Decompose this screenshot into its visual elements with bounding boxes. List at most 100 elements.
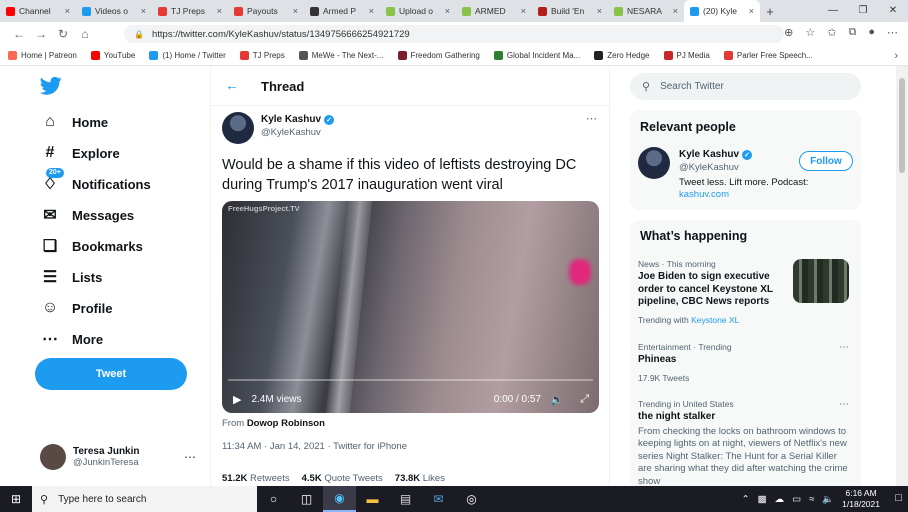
author-avatar[interactable] [222,112,254,144]
bookmark-item[interactable]: YouTube [90,51,135,60]
tab-close-icon[interactable]: × [521,6,526,16]
relevant-bio-link[interactable]: kashuv.com [679,189,729,200]
trend-more-icon[interactable]: ⋯ [839,399,849,410]
browser-tab[interactable]: (20) Kyle × [684,0,760,22]
browser-tab[interactable]: Videos o × [76,0,152,22]
volume-icon[interactable]: 🔈 [550,393,564,406]
tray-app-icon[interactable]: ▩ [758,494,767,505]
bookmark-item[interactable]: TJ Preps [239,51,285,60]
likes-stat[interactable]: 73.8K Likes [395,473,445,484]
wifi-icon[interactable]: ≈ [809,494,814,505]
browser-tab[interactable]: Payouts × [228,0,304,22]
account-switcher[interactable]: Teresa Junkin @JunkinTeresa ⋯ [40,444,200,470]
search-input[interactable]: ⚲ Search Twitter [630,73,861,100]
home-icon[interactable]: ⌂ [74,27,96,41]
tab-close-icon[interactable]: × [65,6,70,16]
back-arrow-icon[interactable]: ← [225,77,239,93]
star-icon[interactable]: ☆ [805,26,815,39]
mail-icon[interactable]: ✉ [422,486,455,512]
tab-close-icon[interactable]: × [673,6,678,16]
tab-close-icon[interactable]: × [597,6,602,16]
action-center-icon[interactable]: □ [895,492,902,504]
twitter-logo-icon[interactable] [40,76,62,96]
cortana-icon[interactable]: ○ [257,486,290,512]
trend-item[interactable]: Entertainment · Trending Phineas 17.9K T… [638,342,853,383]
back-icon[interactable]: ← [8,27,30,41]
video-source-name[interactable]: Dowop Robinson [247,418,325,429]
trend-more-icon[interactable]: ⋯ [839,342,849,353]
nav-bookmarks[interactable]: ❏ Bookmarks [40,236,143,256]
nav-more[interactable]: ⋯ More [40,329,103,349]
tab-close-icon[interactable]: × [141,6,146,16]
new-tab-button[interactable]: + [760,0,780,22]
chrome-icon[interactable]: ◎ [455,486,488,512]
nav-lists[interactable]: ☰ Lists [40,267,103,287]
bookmark-item[interactable]: MeWe - The Next-... [298,51,384,60]
nav-notifications[interactable]: ♢ 20+ Notifications [40,168,151,194]
play-icon[interactable]: ▶ [233,393,241,406]
restore-icon[interactable]: ❐ [848,0,878,22]
reload-icon[interactable]: ↻ [52,27,74,41]
task-view-icon[interactable]: ◫ [290,486,323,512]
browser-tab[interactable]: Armed P × [304,0,380,22]
browser-tab[interactable]: NESARA × [608,0,684,22]
menu-icon[interactable]: ⋯ [887,26,898,39]
video-player[interactable]: FreeHugsProject.TV ▶ 2.4M views 0:00 / 0… [222,201,599,413]
fullscreen-icon[interactable]: ⤢ [580,393,589,406]
quotes-stat[interactable]: 4.5K Quote Tweets [302,473,383,484]
bookmark-item[interactable]: Parler Free Speech... [723,51,813,60]
browser-tab[interactable]: Upload o × [380,0,456,22]
page-scrollbar[interactable] [896,66,908,486]
browser-tab[interactable]: ARMED × [456,0,532,22]
windows-start-icon[interactable]: ⊞ [0,486,32,512]
volume-tray-icon[interactable]: 🔈 [822,494,834,505]
battery-icon[interactable]: ▭ [792,494,801,505]
bookmark-item[interactable]: Home | Patreon [8,51,77,60]
tab-close-icon[interactable]: × [217,6,222,16]
author-name-row[interactable]: Kyle Kashuv ✓ [261,114,335,125]
account-more-icon[interactable]: ⋯ [184,450,196,464]
bookmarks-overflow-icon[interactable]: › [894,50,898,62]
url-field[interactable]: 🔒 https://twitter.com/KyleKashuv/status/… [124,25,784,43]
tray-overflow-icon[interactable]: ⌃ [742,494,750,505]
bookmark-item[interactable]: Global Incident Ma... [493,51,580,60]
tab-close-icon[interactable]: × [369,6,374,16]
tab-close-icon[interactable]: × [749,6,754,16]
favorites-icon[interactable]: ✩ [827,26,836,39]
bookmark-item[interactable]: PJ Media [663,51,710,60]
trend-thumbnail[interactable] [793,259,849,303]
browser-tab[interactable]: TJ Preps × [152,0,228,22]
tab-close-icon[interactable]: × [445,6,450,16]
trend-sub-link[interactable]: Keystone XL [691,315,739,325]
tweet-button[interactable]: Tweet [35,358,187,390]
forward-icon[interactable]: → [30,27,52,41]
taskbar-search[interactable]: ⚲ Type here to search [32,486,257,512]
file-explorer-icon[interactable]: ▬ [356,486,389,512]
collections-icon[interactable]: ⧉ [848,26,856,39]
bookmark-item[interactable]: Zero Hedge [594,51,650,60]
browser-tab[interactable]: Channel × [0,0,76,22]
nav-messages[interactable]: ✉ Messages [40,205,134,225]
scrollbar-thumb[interactable] [899,78,905,173]
trend-item[interactable]: Trending in United States the night stal… [638,399,853,486]
nav-profile[interactable]: ☺ Profile [40,298,113,318]
bookmark-item[interactable]: Freedom Gathering [397,51,480,60]
relevant-name-row[interactable]: Kyle Kashuv ✓ [679,149,753,160]
relevant-avatar[interactable] [638,147,670,179]
add-icon[interactable]: ⊕ [784,26,793,39]
profile-avatar-icon[interactable]: ● [868,26,875,39]
video-progress-bar[interactable] [228,379,593,381]
author-handle[interactable]: @KyleKashuv [261,127,321,138]
bookmark-item[interactable]: (1) Home / Twitter [149,51,226,60]
cloud-icon[interactable]: ☁ [775,494,785,505]
close-window-icon[interactable]: ✕ [878,0,908,22]
tab-close-icon[interactable]: × [293,6,298,16]
retweets-stat[interactable]: 51.2K Retweets [222,473,290,484]
system-clock[interactable]: 6:16 AM 1/18/2021 [842,488,880,510]
follow-button[interactable]: Follow [799,151,853,171]
nav-home[interactable]: ⌂ Home [40,112,108,132]
nav-explore[interactable]: # Explore [40,143,120,163]
browser-tab[interactable]: Build 'En × [532,0,608,22]
tweet-more-icon[interactable]: ⋯ [586,112,597,125]
edge-browser-icon[interactable]: ◉ [323,486,356,512]
